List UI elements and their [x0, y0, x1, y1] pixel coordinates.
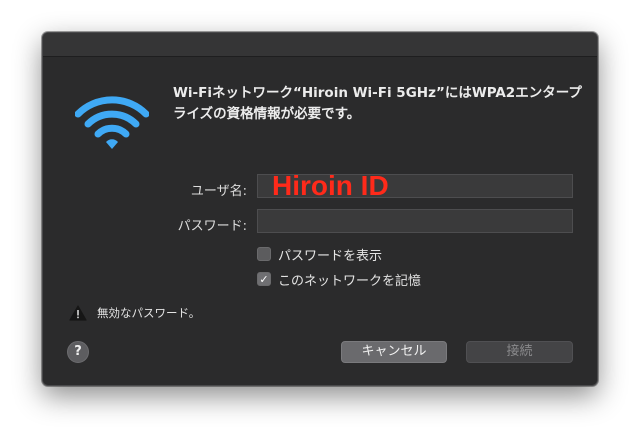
cancel-button[interactable]: キャンセル	[341, 341, 447, 363]
warning-triangle-icon	[69, 305, 87, 321]
remember-network-label: このネットワークを記憶	[278, 273, 422, 289]
warning-text: 無効なパスワード。	[97, 306, 201, 320]
password-label: パスワード:	[177, 219, 247, 234]
show-password-row[interactable]: パスワードを表示	[257, 245, 383, 264]
remember-network-checkbox[interactable]: ✓	[257, 272, 271, 286]
help-button[interactable]: ?	[67, 341, 89, 363]
dialog-message: Wi-Fiネットワーク“Hiroin Wi-Fi 5GHz”にはWPA2エンター…	[173, 85, 582, 122]
show-password-checkbox[interactable]	[257, 247, 271, 261]
warning-message: 無効なパスワード。	[69, 305, 200, 321]
password-field[interactable]	[257, 209, 573, 233]
show-password-label: パスワードを表示	[278, 248, 383, 264]
username-label: ユーザ名:	[190, 184, 247, 199]
title-bar[interactable]	[43, 33, 597, 57]
username-field[interactable]: Hiroin ID	[257, 172, 573, 200]
remember-network-row[interactable]: ✓ このネットワークを記憶	[257, 270, 422, 289]
wifi-icon	[75, 96, 149, 149]
connect-button[interactable]: 接続	[466, 341, 573, 363]
wifi-credentials-dialog: Wi-Fiネットワーク“Hiroin Wi-Fi 5GHz”にはWPA2エンター…	[42, 32, 598, 386]
